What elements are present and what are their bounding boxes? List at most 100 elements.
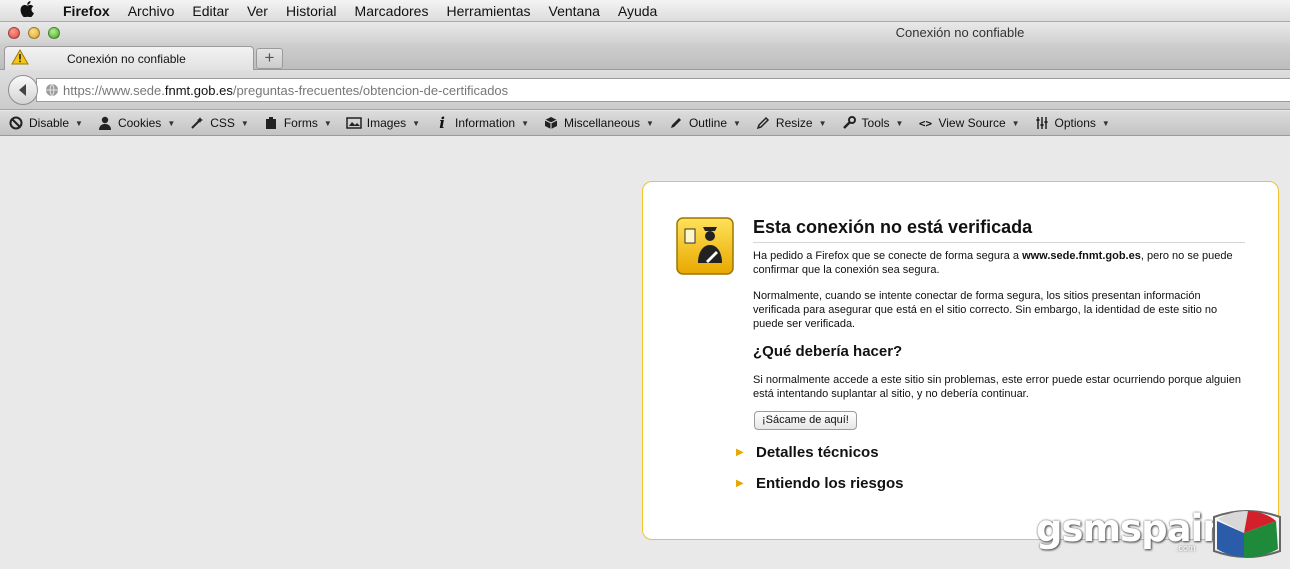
css-icon — [189, 116, 205, 130]
close-window-button[interactable] — [8, 27, 20, 39]
images-label: Images — [366, 116, 407, 130]
cookies-menu[interactable]: Cookies ▼ — [89, 116, 181, 130]
cookies-label: Cookies — [117, 116, 162, 130]
gsmspain-watermark: gsmspain .com — [1036, 503, 1286, 565]
css-menu[interactable]: CSS ▼ — [181, 116, 255, 130]
menu-archivo[interactable]: Archivo — [119, 3, 184, 19]
technical-details-expander[interactable]: ▶ Detalles técnicos — [736, 444, 879, 461]
miscellaneous-menu[interactable]: Miscellaneous ▼ — [535, 116, 660, 130]
chevron-down-icon: ▼ — [412, 118, 421, 128]
chevron-down-icon: ▼ — [1101, 118, 1110, 128]
resize-menu[interactable]: Resize ▼ — [747, 116, 833, 130]
information-icon: i — [439, 114, 445, 132]
css-label: CSS — [210, 116, 235, 130]
error-paragraph-3: Si normalmente accede a este sitio sin p… — [753, 374, 1241, 400]
menu-herramientas[interactable]: Herramientas — [437, 3, 539, 19]
resize-icon — [755, 116, 771, 130]
security-guard-icon — [676, 217, 734, 275]
tab-label: Conexión no confiable — [67, 52, 186, 66]
error-title: Esta conexión no está verificada — [753, 217, 1245, 243]
url-domain: fnmt.gob.es — [164, 82, 233, 98]
outline-icon — [668, 116, 684, 130]
chevron-down-icon: ▼ — [733, 118, 741, 128]
p1-text-before: Ha pedido a Firefox que se conecte de fo… — [753, 250, 1023, 262]
technical-details-label: Detalles técnicos — [756, 444, 879, 461]
images-icon — [346, 116, 362, 130]
miscellaneous-label: Miscellaneous — [564, 116, 641, 130]
chevron-down-icon: ▼ — [75, 118, 83, 128]
tools-label: Tools — [861, 116, 890, 130]
menu-firefox[interactable]: Firefox — [54, 3, 119, 19]
menu-historial[interactable]: Historial — [277, 3, 346, 19]
back-arrow-icon — [19, 84, 26, 96]
error-paragraph-2: Normalmente, cuando se intente conectar … — [753, 290, 1218, 330]
zoom-window-button[interactable] — [48, 27, 60, 39]
chevron-down-icon: ▼ — [818, 118, 827, 128]
title-bar: Conexión no confiable — [0, 23, 1290, 43]
menu-ventana[interactable]: Ventana — [540, 3, 609, 19]
p1-host: www.sede.fnmt.gob.es — [1022, 250, 1141, 262]
menu-editar[interactable]: Editar — [183, 3, 238, 19]
forms-menu[interactable]: Forms ▼ — [255, 116, 338, 130]
untrusted-connection-box: Esta conexión no está verificada Ha pedi… — [642, 181, 1279, 540]
minimize-window-button[interactable] — [28, 27, 40, 39]
window-title: Conexión no confiable — [895, 25, 1025, 40]
url-bar[interactable]: https://www.sede.fnmt.gob.es/preguntas-f… — [36, 78, 1290, 102]
disable-label: Disable — [29, 116, 70, 130]
information-menu[interactable]: i Information ▼ — [426, 114, 535, 132]
view-source-icon: <> — [918, 116, 933, 130]
understand-risks-label: Entiendo los riesgos — [756, 475, 904, 492]
outline-label: Outline — [688, 116, 727, 130]
tab-conexion-no-confiable[interactable]: Conexión no confiable — [4, 46, 254, 71]
options-label: Options — [1054, 116, 1096, 130]
forms-label: Forms — [283, 116, 318, 130]
get-me-out-button[interactable]: ¡Sácame de aquí! — [754, 411, 857, 430]
menu-ver[interactable]: Ver — [238, 3, 277, 19]
web-developer-toolbar: Disable ▼ Cookies ▼ CSS ▼ Forms ▼ Images ▼ i … — [0, 111, 1290, 136]
tab-strip: Conexión no confiable + — [0, 43, 1290, 71]
chevron-down-icon: ▼ — [167, 118, 176, 128]
warning-icon — [11, 48, 33, 70]
view-source-menu[interactable]: <> View Source ▼ — [909, 116, 1025, 130]
resize-label: Resize — [775, 116, 813, 130]
options-icon — [1034, 116, 1050, 130]
url-path: /preguntas-frecuentes/obtencion-de-certi… — [232, 82, 509, 98]
tools-icon — [841, 116, 857, 130]
images-menu[interactable]: Images ▼ — [338, 116, 426, 130]
navigation-bar: https://www.sede.fnmt.gob.es/preguntas-f… — [0, 70, 1290, 110]
what-to-do-heading: ¿Qué debería hacer? — [753, 343, 903, 360]
chevron-down-icon: ▼ — [521, 118, 529, 128]
gsmspain-logo-icon — [1208, 503, 1286, 565]
tools-menu[interactable]: Tools ▼ — [833, 116, 910, 130]
menu-marcadores[interactable]: Marcadores — [346, 3, 438, 19]
cookies-icon — [97, 116, 113, 130]
expand-triangle-icon: ▶ — [736, 447, 744, 458]
understand-risks-expander[interactable]: ▶ Entiendo los riesgos — [736, 475, 904, 492]
new-tab-button[interactable]: + — [256, 48, 283, 69]
chevron-down-icon: ▼ — [895, 118, 904, 128]
chevron-down-icon: ▼ — [646, 118, 654, 128]
chevron-down-icon: ▼ — [323, 118, 332, 128]
view-source-label: View Source — [938, 116, 1006, 130]
watermark-suffix: .com — [1176, 543, 1196, 553]
error-paragraph-1: Ha pedido a Firefox que se conecte de fo… — [753, 249, 1248, 277]
apple-icon[interactable] — [0, 0, 54, 21]
menu-bar: Firefox Archivo Editar Ver Historial Mar… — [0, 0, 1290, 22]
miscellaneous-icon — [543, 116, 559, 130]
options-menu[interactable]: Options ▼ — [1026, 116, 1116, 130]
disable-menu[interactable]: Disable ▼ — [0, 116, 89, 130]
window-controls — [8, 27, 60, 39]
menu-ayuda[interactable]: Ayuda — [609, 3, 666, 19]
information-label: Information — [455, 116, 516, 130]
url-prefix: https://www.sede. — [63, 82, 165, 98]
watermark-text: gsmspain — [1036, 507, 1229, 550]
forms-icon — [263, 116, 279, 130]
back-button[interactable] — [8, 75, 38, 105]
url-text: https://www.sede.fnmt.gob.es/preguntas-f… — [63, 83, 508, 98]
chevron-down-icon: ▼ — [240, 118, 249, 128]
browser-window: Firefox Archivo Editar Ver Historial Mar… — [0, 0, 1290, 569]
expand-triangle-icon: ▶ — [736, 478, 744, 489]
disable-icon — [8, 116, 24, 130]
globe-icon[interactable] — [45, 83, 59, 97]
outline-menu[interactable]: Outline ▼ — [660, 116, 747, 130]
